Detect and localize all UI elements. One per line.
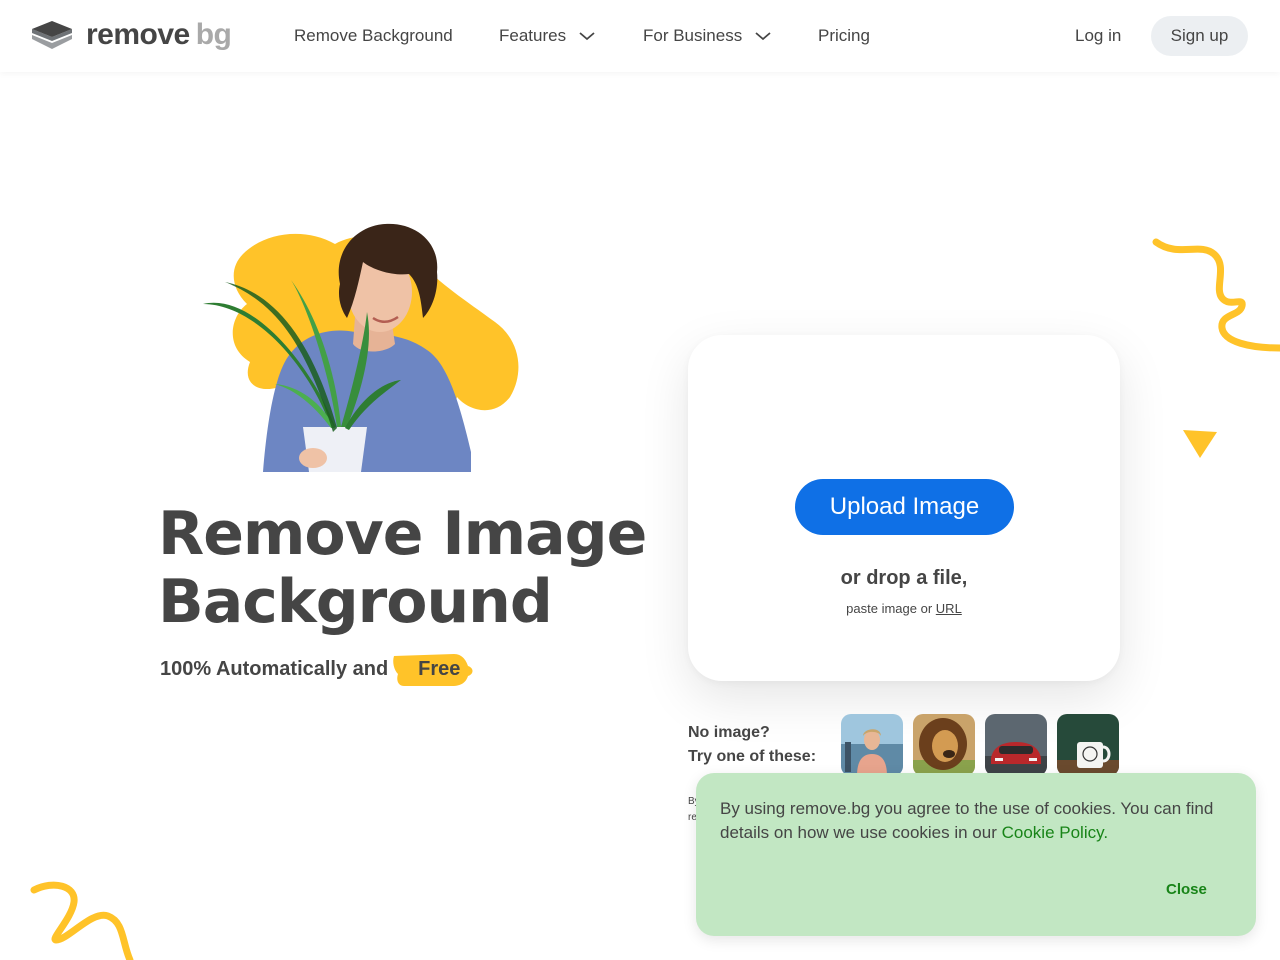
cookie-message: By using remove.bg you agree to the use …: [720, 797, 1240, 845]
sample-thumbnail-lion[interactable]: [913, 714, 975, 776]
hero-title-line-1: Remove Image: [158, 499, 647, 569]
cookie-policy-link[interactable]: Cookie Policy: [1002, 823, 1104, 842]
nav-remove-background[interactable]: Remove Background: [294, 0, 453, 72]
sample-thumbnail-person[interactable]: [841, 714, 903, 776]
nav-for-business-label: For Business: [643, 26, 743, 45]
logo[interactable]: remove bg: [30, 16, 232, 54]
chevron-down-icon: [579, 32, 595, 41]
mug-thumbnail-image: [1057, 714, 1119, 776]
nav-pricing-label: Pricing: [818, 26, 870, 45]
logo-word-remove: remove: [86, 18, 190, 51]
hero-subtitle-text: 100% Automatically and: [160, 657, 389, 680]
drop-file-text: or drop a file,: [840, 567, 968, 589]
sample-thumbnail-mug[interactable]: [1057, 714, 1119, 776]
nav-features-label: Features: [499, 26, 567, 45]
sample-prompt: No image? Try one of these:: [688, 721, 816, 769]
paste-image-line: paste image or URL: [688, 601, 1120, 616]
logo-text: remove bg: [86, 18, 232, 52]
squiggle-decoration-top-right: [1152, 238, 1280, 352]
cookie-message-period: .: [1103, 823, 1109, 842]
hero-subtitle: 100% Automatically and Free: [160, 652, 480, 686]
nav-remove-background-label: Remove Background: [294, 26, 453, 45]
cookie-close-label: Close: [1166, 881, 1207, 898]
lion-thumbnail-image: [913, 714, 975, 776]
signup-button[interactable]: Sign up: [1151, 16, 1248, 56]
signup-label: Sign up: [1170, 26, 1229, 45]
free-badge-label: Free: [418, 657, 461, 680]
sample-prompt-line-2: Try one of these:: [688, 748, 817, 765]
cookie-close-button[interactable]: Close: [1166, 881, 1207, 898]
hero-illustration: [203, 223, 519, 472]
sample-thumbnail-car[interactable]: [985, 714, 1047, 776]
hero-title: Remove Image Background: [158, 499, 647, 637]
free-badge: Free: [393, 652, 480, 686]
upload-image-label: Upload Image: [829, 493, 980, 520]
person-thumbnail-image: [841, 714, 903, 776]
nav-for-business[interactable]: For Business: [643, 0, 772, 72]
login-link[interactable]: Log in: [1075, 0, 1121, 72]
car-thumbnail-image: [985, 714, 1047, 776]
paste-image-text: paste image or: [846, 601, 933, 616]
cookie-banner: By using remove.bg you agree to the use …: [696, 773, 1256, 936]
cookie-message-text: By using remove.bg you agree to the use …: [720, 799, 1214, 842]
hero-title-line-2: Background: [158, 567, 553, 637]
url-link[interactable]: URL: [936, 601, 962, 616]
upload-card[interactable]: Upload Image or drop a file, paste image…: [688, 335, 1120, 681]
squiggle-decoration-bottom-left: [30, 881, 134, 960]
nav-pricing[interactable]: Pricing: [818, 0, 870, 72]
upload-image-button[interactable]: Upload Image: [795, 479, 1014, 535]
site-header: remove bg Remove Background Features For …: [0, 0, 1280, 72]
chevron-down-icon: [755, 32, 771, 41]
login-label: Log in: [1075, 26, 1122, 45]
logo-layers-icon: [32, 21, 72, 49]
triangle-decoration: [1183, 430, 1217, 458]
nav-features[interactable]: Features: [499, 0, 596, 72]
sample-prompt-line-1: No image?: [688, 724, 770, 741]
logo-word-bg: bg: [195, 18, 232, 51]
